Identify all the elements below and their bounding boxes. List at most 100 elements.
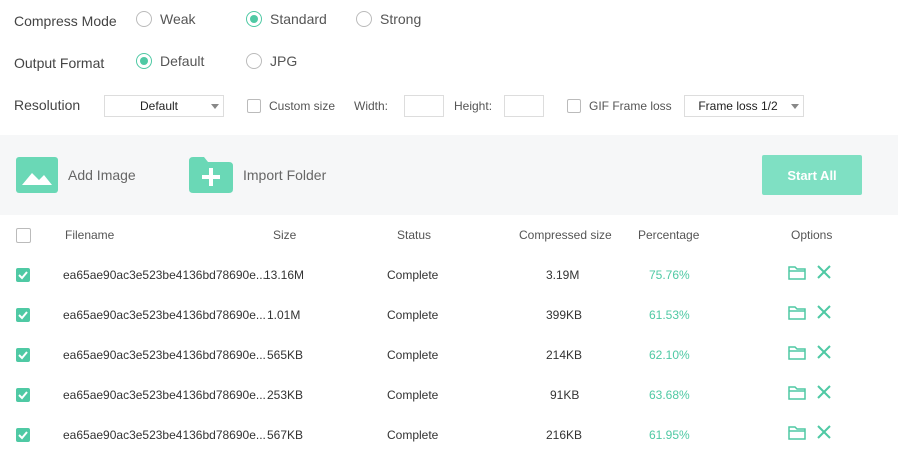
width-input[interactable] bbox=[404, 95, 444, 117]
gif-frame-loss-select[interactable]: Frame loss 1/2 bbox=[684, 95, 804, 117]
gif-frame-loss-label: GIF Frame loss bbox=[589, 99, 672, 113]
row-compressed-size: 3.19M bbox=[546, 268, 580, 282]
width-label: Width: bbox=[354, 99, 389, 113]
header-options: Options bbox=[791, 228, 833, 242]
header-size: Size bbox=[273, 228, 297, 242]
add-image-button[interactable]: Add Image bbox=[16, 157, 136, 193]
radio-circle bbox=[136, 11, 152, 27]
row-size: 567KB bbox=[267, 428, 304, 442]
close-icon[interactable] bbox=[817, 425, 831, 439]
import-folder-label: Import Folder bbox=[243, 167, 327, 183]
header-compressed-size: Compressed size bbox=[519, 228, 612, 242]
chevron-down-icon bbox=[791, 104, 799, 109]
height-input[interactable] bbox=[504, 95, 544, 117]
select-all-checkbox[interactable] bbox=[16, 228, 31, 243]
gif-frame-loss-checkbox[interactable] bbox=[567, 99, 581, 113]
check-icon bbox=[18, 271, 28, 280]
gif-frame-loss-select-value: Frame loss 1/2 bbox=[698, 99, 778, 113]
folder-icon[interactable] bbox=[788, 425, 806, 440]
custom-size-checkbox[interactable] bbox=[247, 99, 261, 113]
resolution-label: Resolution bbox=[14, 97, 81, 113]
start-all-button[interactable]: Start All bbox=[762, 155, 862, 195]
radio-strong[interactable]: Strong bbox=[356, 11, 421, 27]
row-percentage: 75.76% bbox=[649, 268, 690, 282]
row-checkbox[interactable] bbox=[16, 268, 30, 282]
header-status: Status bbox=[397, 228, 432, 242]
radio-circle-selected bbox=[246, 11, 262, 27]
radio-jpg[interactable]: JPG bbox=[246, 53, 297, 69]
row-filename: ea65ae90ac3e523be4136bd78690e... bbox=[63, 348, 266, 362]
row-status: Complete bbox=[387, 308, 439, 322]
chevron-down-icon bbox=[211, 104, 219, 109]
radio-strong-label: Strong bbox=[380, 11, 422, 27]
import-folder-button[interactable]: Import Folder bbox=[189, 157, 326, 193]
radio-default[interactable]: Default bbox=[136, 53, 204, 69]
action-toolbar: Add Image Import Folder Start All bbox=[0, 135, 898, 215]
table-header: Filename Size Status Compressed size Per… bbox=[0, 215, 898, 255]
row-checkbox[interactable] bbox=[16, 348, 30, 362]
resolution-select[interactable]: Default bbox=[104, 95, 224, 117]
close-icon[interactable] bbox=[817, 305, 831, 319]
row-checkbox[interactable] bbox=[16, 308, 30, 322]
table-row: ea65ae90ac3e523be4136bd78690e... 567KB C… bbox=[0, 415, 898, 455]
close-icon[interactable] bbox=[817, 385, 831, 399]
table-row: ea65ae90ac3e523be4136bd78690e... 13.16M … bbox=[0, 255, 898, 295]
table-row: ea65ae90ac3e523be4136bd78690e... 565KB C… bbox=[0, 335, 898, 375]
row-percentage: 63.68% bbox=[649, 388, 690, 402]
radio-weak[interactable]: Weak bbox=[136, 11, 196, 27]
check-icon bbox=[18, 351, 28, 360]
radio-default-label: Default bbox=[160, 53, 205, 69]
row-percentage: 61.53% bbox=[649, 308, 690, 322]
row-status: Complete bbox=[387, 348, 439, 362]
folder-icon[interactable] bbox=[788, 385, 806, 400]
add-image-label: Add Image bbox=[68, 167, 136, 183]
row-compressed-size: 399KB bbox=[546, 308, 583, 322]
row-compressed-size: 91KB bbox=[550, 388, 580, 402]
row-size: 565KB bbox=[267, 348, 304, 362]
resolution-row: Resolution Default Custom size Width: He… bbox=[0, 85, 898, 125]
header-filename: Filename bbox=[65, 228, 115, 242]
row-percentage: 62.10% bbox=[649, 348, 690, 362]
folder-icon[interactable] bbox=[788, 305, 806, 320]
check-icon bbox=[18, 311, 28, 320]
radio-jpg-label: JPG bbox=[270, 53, 298, 69]
table-row: ea65ae90ac3e523be4136bd78690e... 253KB C… bbox=[0, 375, 898, 415]
radio-standard[interactable]: Standard bbox=[246, 11, 327, 27]
check-icon bbox=[18, 431, 28, 440]
row-filename: ea65ae90ac3e523be4136bd78690e... bbox=[63, 428, 266, 442]
check-icon bbox=[18, 391, 28, 400]
output-format-row: Output Format Default JPG bbox=[0, 42, 898, 82]
compress-mode-label: Compress Mode bbox=[14, 13, 117, 29]
row-percentage: 61.95% bbox=[649, 428, 690, 442]
height-label: Height: bbox=[454, 99, 493, 113]
resolution-select-value: Default bbox=[139, 99, 179, 113]
radio-circle-selected bbox=[136, 53, 152, 69]
row-filename: ea65ae90ac3e523be4136bd78690e... bbox=[63, 268, 266, 282]
radio-standard-label: Standard bbox=[270, 11, 327, 27]
compress-mode-row: Compress Mode Weak Standard Strong bbox=[0, 0, 898, 40]
row-status: Complete bbox=[387, 388, 439, 402]
row-size: 1.01M bbox=[267, 308, 301, 322]
row-filename: ea65ae90ac3e523be4136bd78690e... bbox=[63, 388, 266, 402]
folder-icon[interactable] bbox=[788, 345, 806, 360]
folder-plus-icon bbox=[189, 157, 233, 193]
radio-weak-label: Weak bbox=[160, 11, 196, 27]
folder-icon[interactable] bbox=[788, 265, 806, 280]
row-checkbox[interactable] bbox=[16, 388, 30, 402]
row-size: 253KB bbox=[267, 388, 304, 402]
row-size: 13.16M bbox=[264, 268, 305, 282]
table-row: ea65ae90ac3e523be4136bd78690e... 1.01M C… bbox=[0, 295, 898, 335]
row-status: Complete bbox=[387, 268, 439, 282]
row-compressed-size: 216KB bbox=[546, 428, 583, 442]
row-filename: ea65ae90ac3e523be4136bd78690e... bbox=[63, 308, 266, 322]
custom-size-label: Custom size bbox=[269, 99, 336, 113]
header-percentage: Percentage bbox=[638, 228, 700, 242]
row-compressed-size: 214KB bbox=[546, 348, 583, 362]
radio-circle bbox=[246, 53, 262, 69]
close-icon[interactable] bbox=[817, 345, 831, 359]
row-status: Complete bbox=[387, 428, 439, 442]
output-format-label: Output Format bbox=[14, 55, 105, 71]
radio-circle bbox=[356, 11, 372, 27]
row-checkbox[interactable] bbox=[16, 428, 30, 442]
close-icon[interactable] bbox=[817, 265, 831, 279]
